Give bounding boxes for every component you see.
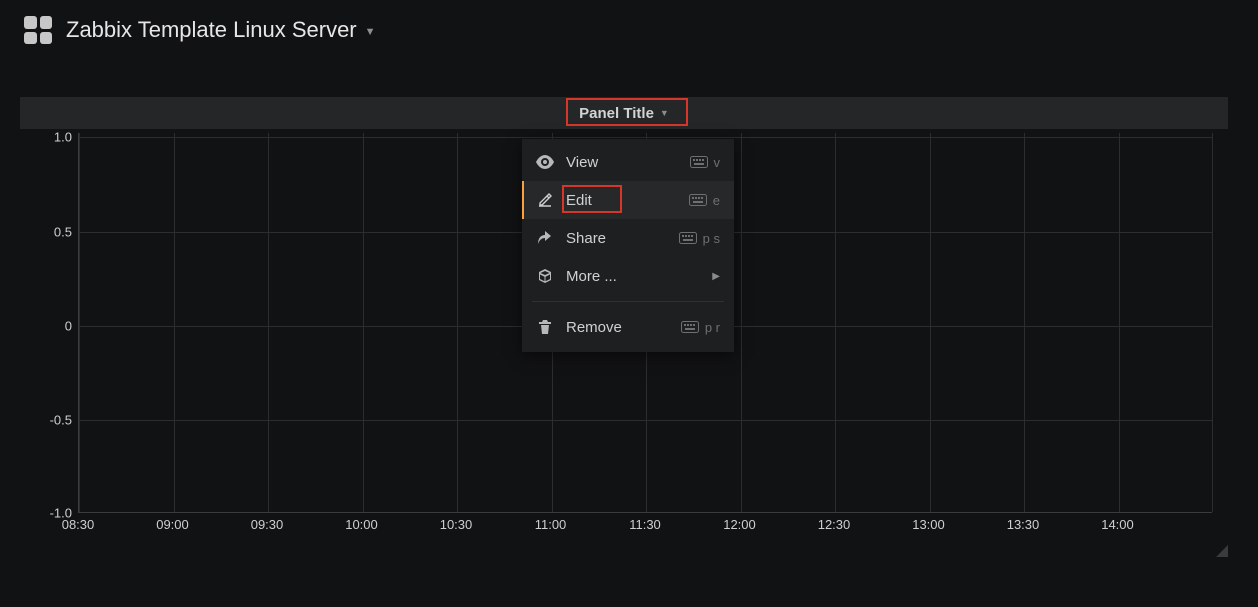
menu-shortcut: v <box>690 155 721 170</box>
keyboard-icon <box>690 156 708 168</box>
menu-item-label: View <box>566 154 678 171</box>
menu-item-remove[interactable]: Remove p r <box>522 308 734 346</box>
keyboard-icon <box>681 321 699 333</box>
cube-icon <box>536 268 554 284</box>
dashboard-title[interactable]: Zabbix Template Linux Server ▼ <box>66 17 376 43</box>
menu-item-view[interactable]: View v <box>522 143 734 181</box>
gridline-v <box>174 133 175 512</box>
x-tick-label: 10:00 <box>345 517 378 532</box>
dashboard-title-text: Zabbix Template Linux Server <box>66 17 357 43</box>
gridline-v <box>930 133 931 512</box>
gridline-v <box>835 133 836 512</box>
gridline-v <box>268 133 269 512</box>
y-tick-label: 0 <box>32 319 72 334</box>
keyboard-icon <box>689 194 707 206</box>
menu-shortcut: p r <box>681 320 720 335</box>
y-tick-label: -0.5 <box>32 413 72 428</box>
pencil-icon <box>536 192 554 208</box>
gridline-v <box>1024 133 1025 512</box>
gridline-v <box>457 133 458 512</box>
trash-icon <box>536 319 554 335</box>
panel-resize-handle[interactable] <box>1216 545 1228 557</box>
x-tick-label: 10:30 <box>440 517 473 532</box>
y-tick-label: 0.5 <box>32 225 72 240</box>
annotation-title-highlight <box>566 98 688 126</box>
x-tick-label: 11:30 <box>629 517 661 532</box>
gridline-v <box>79 133 80 512</box>
x-tick-label: 08:30 <box>62 517 95 532</box>
x-tick-label: 12:30 <box>818 517 851 532</box>
keyboard-icon <box>679 232 697 244</box>
menu-accent-bar <box>522 181 524 219</box>
x-tick-label: 11:00 <box>535 517 567 532</box>
menu-item-label: Edit <box>566 192 677 209</box>
gridline-v <box>741 133 742 512</box>
menu-shortcut: e <box>689 193 720 208</box>
chevron-down-icon: ▼ <box>365 26 376 38</box>
menu-separator <box>532 301 724 302</box>
gridline-v <box>1212 133 1213 512</box>
x-tick-label: 13:30 <box>1007 517 1040 532</box>
menu-item-label: More ... <box>566 268 700 285</box>
x-tick-label: 09:30 <box>251 517 284 532</box>
dashboard-header: Zabbix Template Linux Server ▼ <box>0 0 1258 54</box>
dashboard-grid-icon[interactable] <box>24 16 52 44</box>
menu-item-edit[interactable]: Edit e <box>522 181 734 219</box>
menu-item-label: Share <box>566 230 667 247</box>
menu-item-share[interactable]: Share p s <box>522 219 734 257</box>
menu-item-label: Remove <box>566 319 669 336</box>
x-tick-label: 09:00 <box>156 517 189 532</box>
panel-context-menu: View v Edit e Share <box>522 139 734 352</box>
x-tick-label: 12:00 <box>723 517 756 532</box>
share-icon <box>536 231 554 245</box>
y-tick-label: 1.0 <box>32 130 72 145</box>
x-tick-label: 13:00 <box>912 517 945 532</box>
menu-item-more[interactable]: More ... ▶ <box>522 257 734 295</box>
gridline-v <box>1119 133 1120 512</box>
panel-title-bar: Panel Title ▼ <box>20 97 1228 129</box>
eye-icon <box>536 155 554 169</box>
menu-shortcut: p s <box>679 231 720 246</box>
gridline-v <box>363 133 364 512</box>
x-tick-label: 14:00 <box>1101 517 1134 532</box>
submenu-arrow: ▶ <box>712 271 720 282</box>
